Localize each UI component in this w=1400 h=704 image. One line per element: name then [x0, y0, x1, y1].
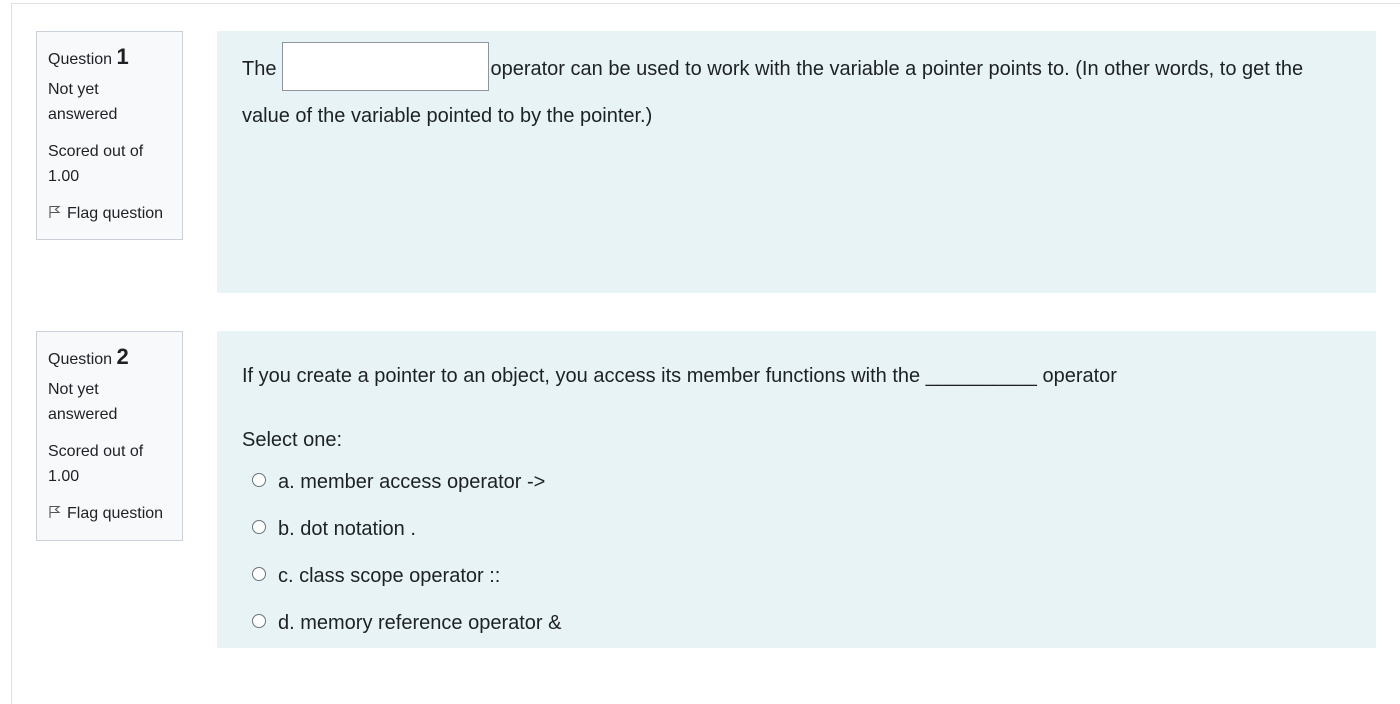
grade-line-1: Scored out of	[48, 143, 144, 160]
question-number-value: 1	[116, 44, 129, 69]
question-state: Not yet answered	[48, 77, 171, 127]
flag-question-label: Flag question	[67, 205, 164, 222]
question-label: Question	[48, 51, 113, 68]
answer-options: a. member access operator -> b. dot nota…	[242, 459, 1351, 647]
question-state: Not yet answered	[48, 377, 171, 427]
flag-question-label: Flag question	[67, 505, 164, 522]
option-label: a. member access operator ->	[278, 471, 546, 493]
grade-line-2: 1.00	[48, 168, 80, 185]
question-content: The operator can be used to work with the…	[217, 31, 1376, 293]
grade-line-1: Scored out of	[48, 443, 144, 460]
option-label: d. memory reference operator &	[278, 612, 562, 634]
select-one-prompt: Select one:	[242, 429, 343, 451]
state-line-1: Not yet	[48, 81, 99, 98]
radio-button[interactable]	[252, 613, 266, 628]
option-label: c. class scope operator ::	[278, 565, 501, 587]
answer-option-c[interactable]: c. class scope operator ::	[242, 553, 1351, 600]
question-number: Question 2	[48, 344, 171, 373]
question-number: Question 1	[48, 44, 171, 73]
option-label: b. dot notation .	[278, 518, 416, 540]
answer-option-d[interactable]: d. memory reference operator &	[242, 600, 1351, 647]
answer-option-a[interactable]: a. member access operator ->	[242, 459, 1351, 506]
question-info: Question 2 Not yet answered Scored out o…	[36, 331, 183, 541]
state-line-2: answered	[48, 106, 118, 123]
question-grade: Scored out of 1.00	[48, 139, 171, 189]
question-text: The operator can be used to work with the…	[242, 42, 1351, 138]
question-number-value: 2	[116, 344, 129, 369]
flag-icon	[48, 501, 61, 526]
state-line-1: Not yet	[48, 381, 99, 398]
question-info: Question 1 Not yet answered Scored out o…	[36, 31, 183, 240]
question-grade: Scored out of 1.00	[48, 439, 171, 489]
state-line-2: answered	[48, 406, 118, 423]
flag-question-link[interactable]: Flag question	[48, 501, 171, 526]
radio-button[interactable]	[252, 519, 266, 534]
answer-input[interactable]	[282, 42, 490, 91]
flag-icon	[48, 201, 61, 226]
question-text-before: The	[242, 57, 277, 80]
question-content: If you create a pointer to an object, yo…	[217, 331, 1376, 648]
question-text: If you create a pointer to an object, yo…	[242, 365, 1117, 387]
radio-button[interactable]	[252, 566, 266, 581]
radio-button[interactable]	[252, 472, 266, 487]
grade-line-2: 1.00	[48, 468, 80, 485]
question-label: Question	[48, 351, 113, 368]
flag-question-link[interactable]: Flag question	[48, 201, 171, 226]
answer-option-b[interactable]: b. dot notation .	[242, 506, 1351, 553]
